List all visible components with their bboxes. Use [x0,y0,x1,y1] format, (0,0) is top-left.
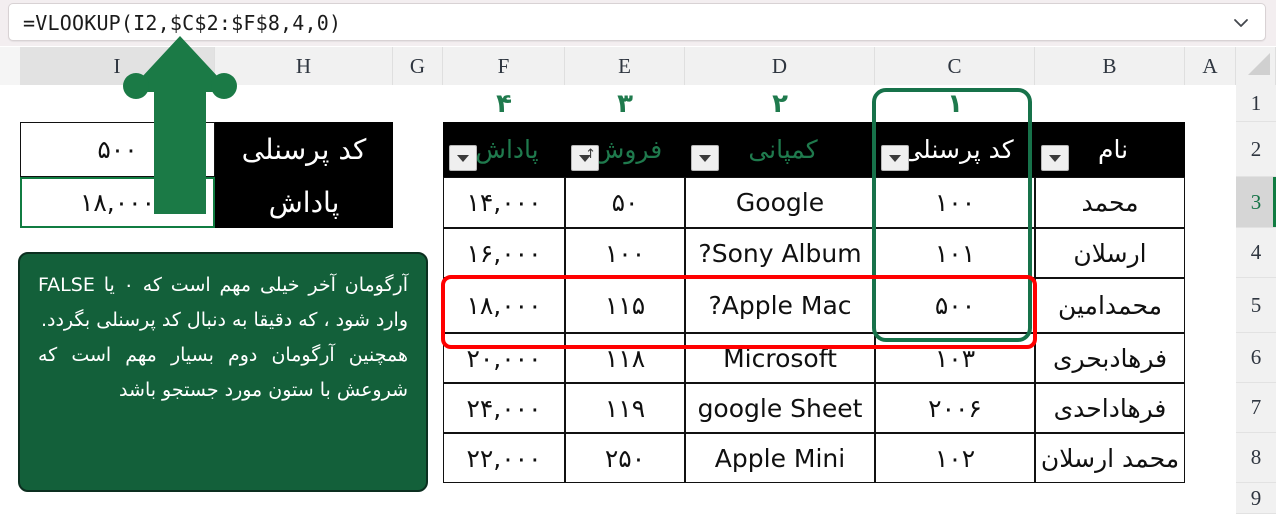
column-header-E[interactable]: E [565,47,685,85]
col-index-label-2: ۲ [772,89,788,119]
table-header-company-label: کمپانی [748,135,818,164]
triangle-icon [699,154,711,162]
triangle-icon [1049,154,1061,162]
column-header-F[interactable]: F [443,47,565,85]
filter-dropdown-icon-c[interactable] [881,145,909,171]
table-header-name-label: نام [1097,135,1129,164]
table-cell[interactable]: ۱۱۹ [565,383,685,433]
note-line-2: همچنین آرگومان دوم بسیار مهم است که شروع… [38,344,408,402]
col-index-label-1: ۱ [947,89,963,119]
row-header-5[interactable]: 5 [1236,278,1276,333]
table-cell[interactable]: ۵۰۰ [875,278,1035,333]
table-header-name[interactable]: نام [1035,122,1185,177]
table-cell[interactable]: ۱۱۵ [565,278,685,333]
row-header-1[interactable]: 1 [1236,85,1276,122]
column-header-G[interactable]: G [393,47,443,85]
triangle-icon [889,154,901,162]
table-cell[interactable]: ۱۰۳ [875,333,1035,383]
table-cell[interactable]: ۲۵۰ [565,433,685,483]
table-cell[interactable]: ۲۲,۰۰۰ [443,433,565,483]
table-cell[interactable]: Sony Album? [685,228,875,278]
table-cell[interactable]: محمد [1035,177,1185,228]
filter-dropdown-icon-d[interactable] [691,145,719,171]
filter-sort-ascending-icon-e[interactable]: ↑ [571,145,599,171]
table-cell[interactable]: محمدامین [1035,278,1185,333]
table-cell[interactable]: ۱۱۸ [565,333,685,383]
lookup-reward-label: پاداش [215,177,393,228]
triangle-icon [457,154,469,162]
row-header-9[interactable]: 9 [1236,483,1276,514]
table-cell[interactable]: google Sheet [685,383,875,433]
arrow-up-icon: ↑ [585,147,596,162]
filter-dropdown-icon-b[interactable] [1041,145,1069,171]
table-cell[interactable]: Apple Mac? [685,278,875,333]
column-header-B[interactable]: B [1035,47,1185,85]
table-cell[interactable]: ۱۶,۰۰۰ [443,228,565,278]
col-index-label-4: ۴ [496,89,512,119]
row-header-8[interactable]: 8 [1236,433,1276,483]
table-header-code-label: کد پرسنلی [902,135,1014,164]
table-cell[interactable]: ۱۰۰ [875,177,1035,228]
row-header-2[interactable]: 2 [1236,122,1276,177]
note-line-1: آرگومان آخر خیلی مهم است که ۰ یا FALSE و… [38,274,408,332]
explanation-note: آرگومان آخر خیلی مهم است که ۰ یا FALSE و… [18,252,428,492]
table-header-sales[interactable]: فروش ↑ [565,122,685,177]
column-header-C[interactable]: C [875,47,1035,85]
table-cell[interactable]: ۲۰۰۶ [875,383,1035,433]
table-cell[interactable]: ۱۰۱ [875,228,1035,278]
table-cell[interactable]: ۱۰۰ [565,228,685,278]
table-cell[interactable]: ۵۰ [565,177,685,228]
table-header-company[interactable]: کمپانی [685,122,875,177]
row-header-7[interactable]: 7 [1236,383,1276,433]
table-cell[interactable]: ارسلان [1035,228,1185,278]
select-all-corner[interactable] [1236,47,1276,85]
table-cell[interactable]: فرهاداحدی [1035,383,1185,433]
table-header-reward-label: پاداش [475,135,539,164]
up-arrow-annotation-icon [123,36,237,214]
corner-triangle-icon [1248,53,1270,75]
col-index-label-3: ۳ [617,89,633,119]
table-cell[interactable]: ۲۴,۰۰۰ [443,383,565,433]
row-header-4[interactable]: 4 [1236,228,1276,278]
table-cell[interactable]: Microsoft [685,333,875,383]
column-header-A[interactable]: A [1185,47,1236,85]
table-cell[interactable]: ۱۰۲ [875,433,1035,483]
table-cell[interactable]: محمد ارسلان [1035,433,1185,483]
table-cell[interactable]: ۱۸,۰۰۰ [443,278,565,333]
row-header-6[interactable]: 6 [1236,333,1276,383]
lookup-code-label: کد پرسنلی [215,122,393,177]
excel-window: =VLOOKUP(I2,$C$2:$F$8,4,0) IHGFEDCBA 123… [0,0,1276,514]
column-header-D[interactable]: D [685,47,875,85]
filter-dropdown-icon-f[interactable] [449,145,477,171]
table-cell[interactable]: Google [685,177,875,228]
row-header-3[interactable]: 3 [1236,177,1276,228]
table-header-code[interactable]: کد پرسنلی [875,122,1035,177]
table-cell[interactable]: ۲۰,۰۰۰ [443,333,565,383]
table-cell[interactable]: Apple Mini [685,433,875,483]
table-cell[interactable]: فرهادبحری [1035,333,1185,383]
table-header-reward[interactable]: پاداش [443,122,565,177]
table-cell[interactable]: ۱۴,۰۰۰ [443,177,565,228]
chevron-down-icon[interactable] [1231,13,1251,33]
column-header-H[interactable]: H [215,47,393,85]
row-header-gutter: 123456789 [1235,85,1276,514]
formula-text: =VLOOKUP(I2,$C$2:$F$8,4,0) [23,11,342,35]
